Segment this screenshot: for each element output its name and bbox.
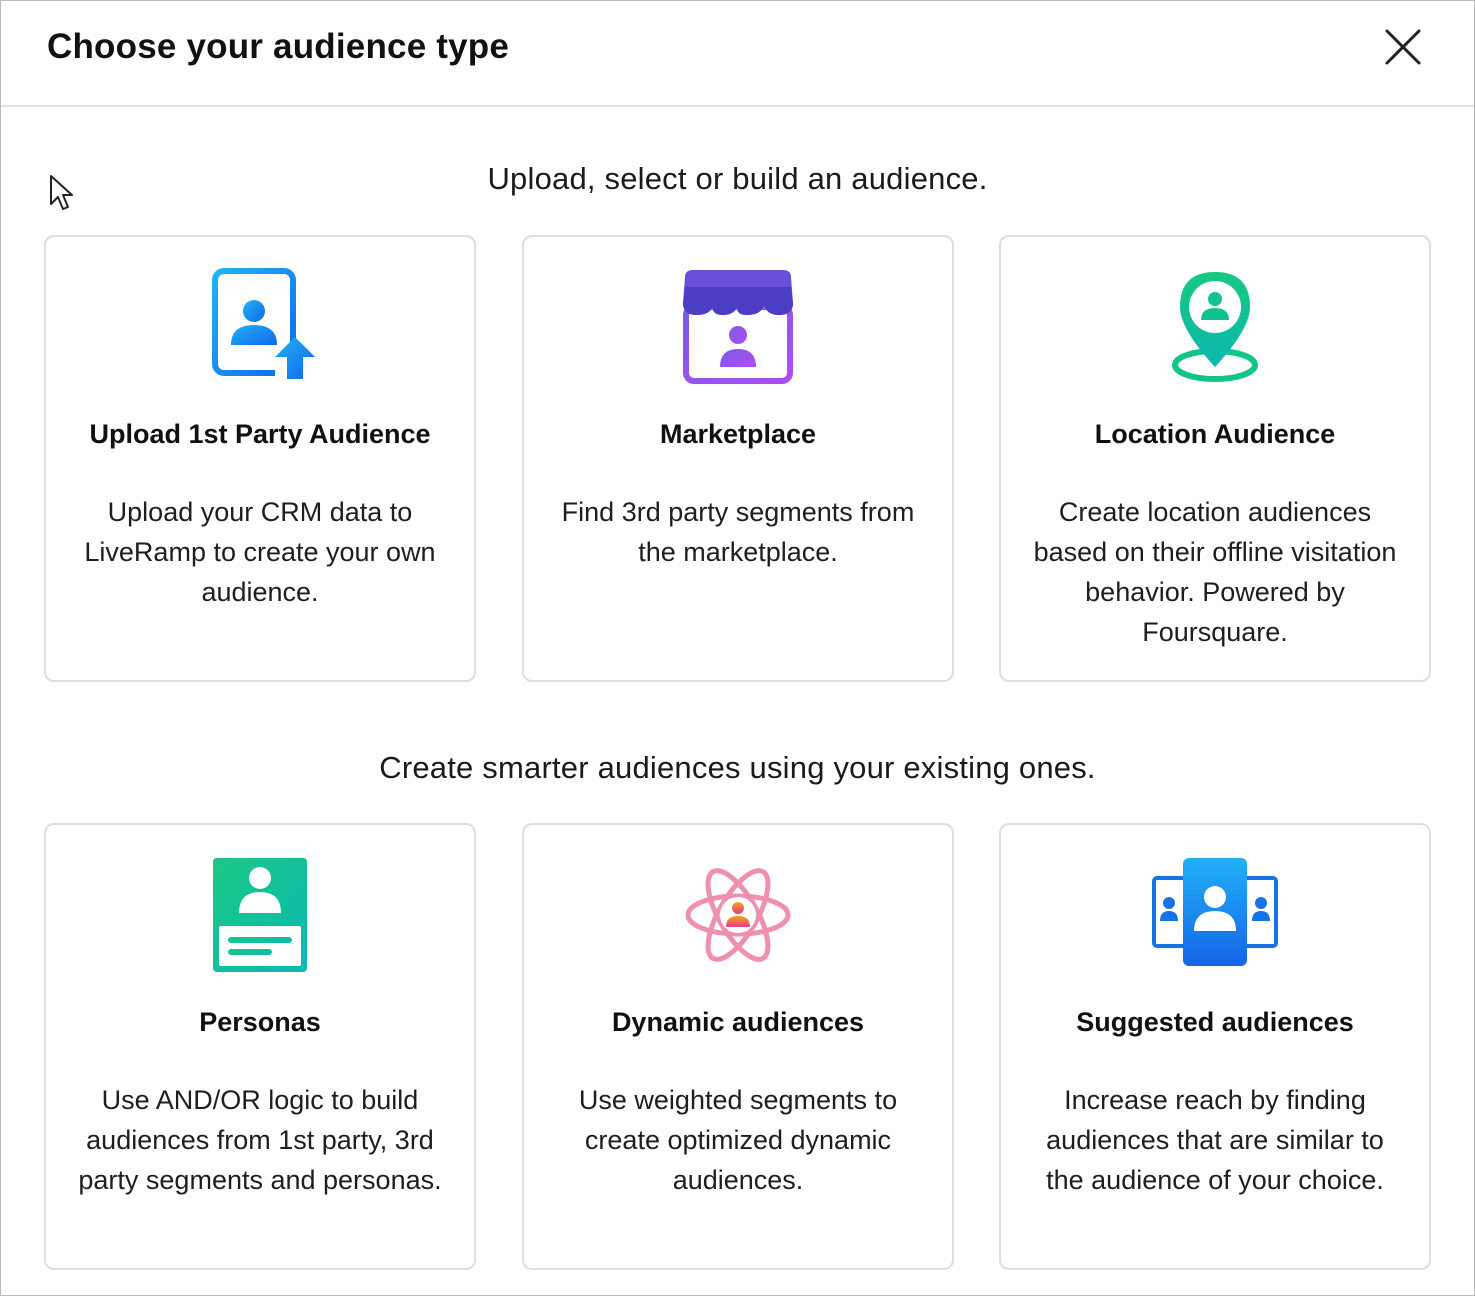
card-title: Dynamic audiences [611,1007,865,1037]
card-marketplace[interactable]: Marketplace Find 3rd party segments from… [522,235,954,682]
dialog-header: Choose your audience type [1,1,1474,107]
storefront-icon [683,270,793,384]
section-heading-smarter: Create smarter audiences using your exis… [379,750,1096,785]
card-description: Find 3rd party segments from the marketp… [561,497,915,567]
audience-type-dialog: Choose your audience type Upload, select… [0,0,1475,1296]
dialog-title: Choose your audience type [47,27,510,66]
card-description: Create location audiences based on their… [1033,497,1397,647]
location-pin-icon [1172,272,1258,382]
card-description: Use weighted segments to create optimize… [578,1085,898,1195]
card-suggested-audiences[interactable]: Suggested audiences Increase reach by fi… [999,823,1431,1270]
card-title: Suggested audiences [1076,1007,1354,1037]
card-dynamic-audiences[interactable]: Dynamic audiences Use weighted segments … [522,823,954,1270]
card-description: Use AND/OR logic to build audiences from… [78,1085,442,1195]
persona-card-icon [213,858,307,972]
card-description: Upload your CRM data to LiveRamp to crea… [84,497,436,607]
card-description: Increase reach by finding audiences that… [1046,1085,1384,1195]
close-icon [1385,29,1421,65]
atom-icon [685,868,791,962]
card-upload-1st-party[interactable]: Upload 1st Party Audience Upload your CR… [44,235,476,682]
close-button[interactable] [1381,25,1425,69]
suggested-people-icon [1152,858,1278,966]
card-title: Location Audience [1094,419,1336,449]
card-title: Marketplace [659,419,817,449]
card-location-audience[interactable]: Location Audience Create location audien… [999,235,1431,682]
section-heading-upload: Upload, select or build an audience. [487,161,988,196]
card-personas[interactable]: Personas Use AND/OR logic to build audie… [44,823,476,1270]
card-title: Personas [199,1007,321,1037]
upload-contact-icon [212,268,315,381]
card-title: Upload 1st Party Audience [89,419,431,449]
